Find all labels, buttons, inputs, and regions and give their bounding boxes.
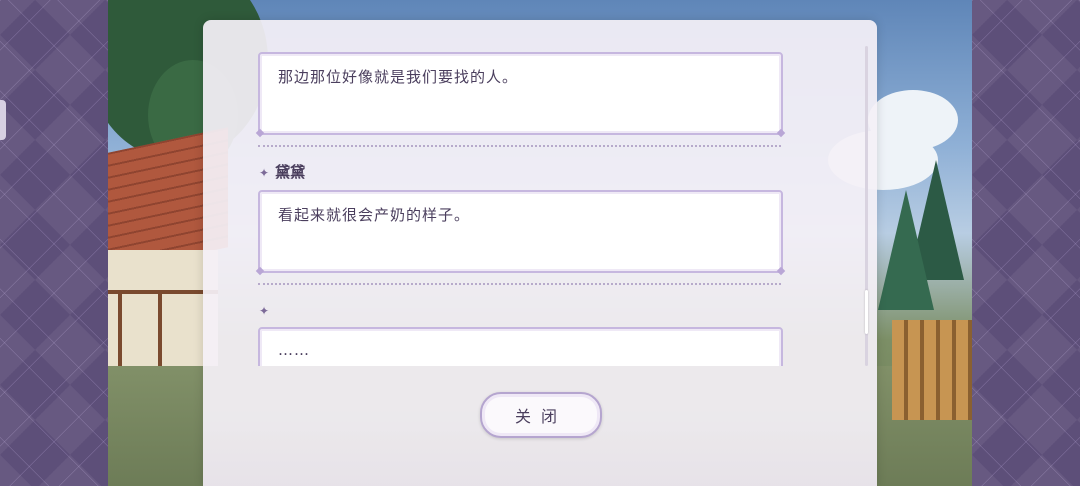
side-menu-handle[interactable] [0,100,6,140]
dialog-line: …… [278,341,310,359]
entry-divider [258,283,781,285]
sparkle-icon: ✦ [259,166,270,180]
speaker-name: ✦ 黛黛 [259,161,305,182]
close-button[interactable]: 关闭 [480,392,602,438]
speaker-name: ✦ [259,301,275,319]
dialog-text-box: …… [258,327,783,366]
dialog-log-scroll-area[interactable]: 那边那位好像就是我们要找的人。 ✦ 黛黛 看起来就很会产奶的样子。 ✦ …… [203,20,877,366]
dialog-line: 那边那位好像就是我们要找的人。 [278,68,519,86]
scrollbar-thumb[interactable] [865,290,868,334]
sparkle-icon: ✦ [259,304,270,318]
left-pattern-border [0,0,108,486]
dialog-text-box: 看起来就很会产奶的样子。 [255,190,786,276]
entry-divider [258,145,781,147]
dialog-log-panel: 那边那位好像就是我们要找的人。 ✦ 黛黛 看起来就很会产奶的样子。 ✦ …… 关闭 [203,20,877,486]
dialog-text-box: 那边那位好像就是我们要找的人。 [255,52,786,138]
right-pattern-border [972,0,1080,486]
speaker-label: 黛黛 [275,163,306,181]
dialog-line: 看起来就很会产奶的样子。 [278,206,471,224]
